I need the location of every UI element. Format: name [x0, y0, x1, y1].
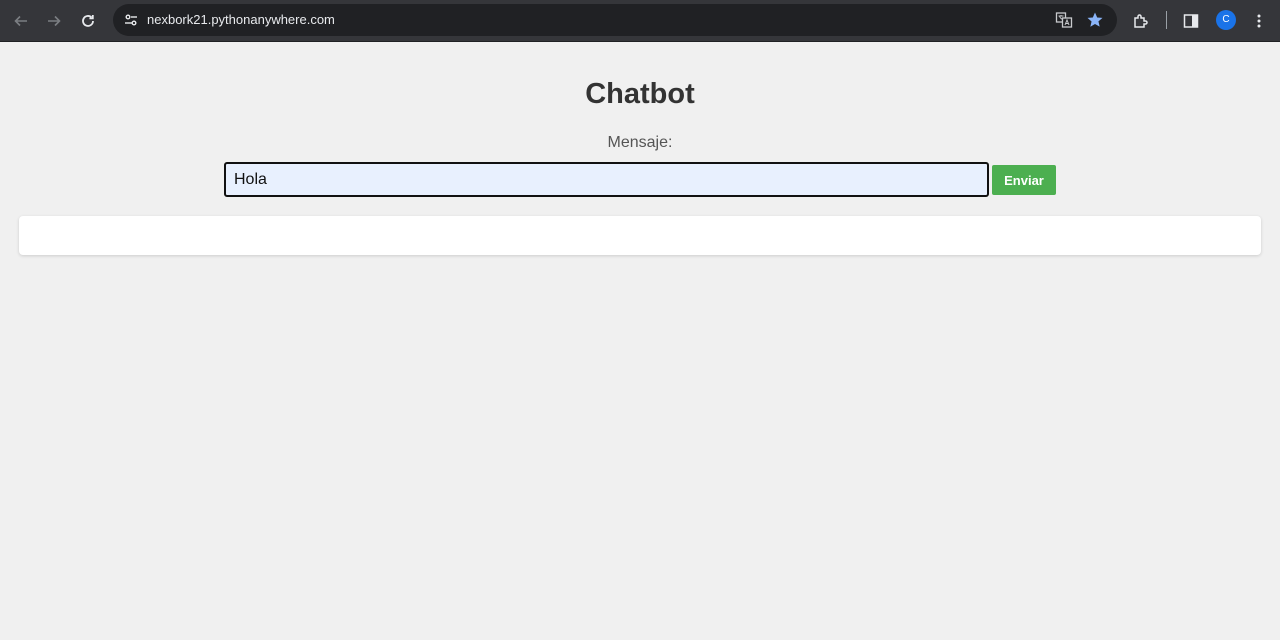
url-text[interactable]: nexbork21.pythonanywhere.com — [147, 4, 335, 36]
message-input[interactable] — [224, 162, 989, 197]
address-bar[interactable]: nexbork21.pythonanywhere.com — [113, 4, 1117, 36]
chat-response-box — [19, 216, 1261, 255]
bookmark-star-icon[interactable] — [1083, 8, 1107, 32]
extensions-icon[interactable] — [1129, 9, 1153, 33]
side-panel-icon[interactable] — [1179, 9, 1203, 33]
back-icon[interactable] — [9, 9, 33, 33]
toolbar-separator — [1166, 11, 1167, 29]
reload-icon[interactable] — [76, 9, 100, 33]
forward-icon[interactable] — [42, 9, 66, 33]
send-button[interactable]: Enviar — [992, 165, 1056, 195]
browser-toolbar: nexbork21.pythonanywhere.com C — [0, 0, 1280, 42]
page-title: Chatbot — [585, 78, 695, 110]
menu-icon[interactable] — [1247, 9, 1271, 33]
message-label: Mensaje: — [607, 134, 673, 151]
profile-avatar[interactable]: C — [1216, 10, 1236, 30]
site-settings-icon[interactable] — [119, 8, 143, 32]
translate-icon[interactable] — [1052, 8, 1076, 32]
